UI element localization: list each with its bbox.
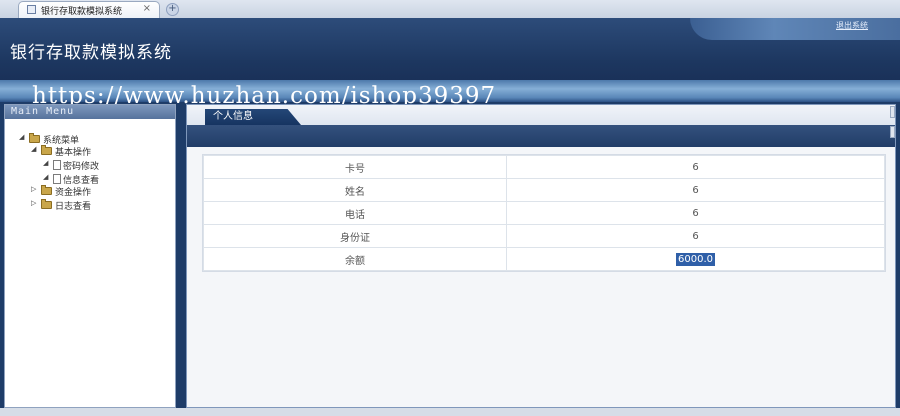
field-label: 卡号 xyxy=(203,155,507,179)
tab-personal-info[interactable]: 个人信息 xyxy=(205,109,301,125)
field-label: 身份证 xyxy=(203,224,507,248)
status-bar xyxy=(0,408,900,416)
expanded-arrow-icon[interactable]: ◢ xyxy=(19,133,27,141)
folder-icon xyxy=(41,145,52,155)
file-icon xyxy=(53,160,61,170)
page-icon xyxy=(27,5,36,14)
field-value: 6 xyxy=(506,201,885,225)
scroll-up-button[interactable] xyxy=(890,106,895,118)
sidebar-title: Main Menu xyxy=(5,105,175,119)
folder-icon xyxy=(29,133,40,143)
folder-icon xyxy=(41,199,52,209)
tree-node-label: 日志查看 xyxy=(55,202,92,212)
field-label: 电话 xyxy=(203,201,507,225)
header-decoration xyxy=(690,18,900,40)
leaf-arrow-icon: ◢ xyxy=(43,173,49,181)
new-tab-icon[interactable]: + xyxy=(166,3,179,16)
content-tab-strip: 个人信息 xyxy=(187,105,895,125)
logout-link[interactable]: 退出系统 xyxy=(836,20,868,31)
close-icon[interactable]: × xyxy=(143,3,151,14)
table-row: 电话 6 xyxy=(203,201,885,225)
browser-tab-strip: 银行存取款模拟系统 × + xyxy=(0,0,900,19)
personal-info-table: 卡号 6 姓名 6 电话 6 身份证 6 余额 6000.0 xyxy=(203,155,885,271)
app-header: 银行存取款模拟系统 退出系统 xyxy=(0,18,900,80)
field-label: 余额 xyxy=(203,247,507,271)
tree-node-label: 密码修改 xyxy=(63,162,100,172)
balance-value[interactable]: 6000.0 xyxy=(676,252,715,266)
sidebar-menu: Main Menu ◢ 系统菜单 ◢ 基本操作 ◢ 密码修改 ◢ 信息查看 ▷ … xyxy=(4,104,176,408)
folder-icon xyxy=(41,185,52,195)
field-value: 6 xyxy=(506,155,885,179)
tree-node-label: 资金操作 xyxy=(55,188,92,198)
browser-tab-title: 银行存取款模拟系统 xyxy=(41,7,123,17)
field-value-cell: 6000.0 xyxy=(506,247,885,271)
table-row: 身份证 6 xyxy=(203,224,885,248)
tree-node-label: 基本操作 xyxy=(55,148,92,158)
collapsed-arrow-icon[interactable]: ▷ xyxy=(31,185,39,193)
file-icon xyxy=(53,174,61,184)
content-toolbar xyxy=(187,125,895,147)
content-panel: 个人信息 卡号 6 姓名 6 电话 6 身份证 6 余额 6000.0 xyxy=(186,104,896,408)
field-label: 姓名 xyxy=(203,178,507,202)
app-title: 银行存取款模拟系统 xyxy=(10,43,172,63)
scroll-down-button[interactable] xyxy=(890,126,895,138)
table-row: 余额 6000.0 xyxy=(203,247,885,271)
table-row: 卡号 6 xyxy=(203,155,885,179)
field-value: 6 xyxy=(506,178,885,202)
expanded-arrow-icon[interactable]: ◢ xyxy=(31,145,39,153)
field-value: 6 xyxy=(506,224,885,248)
collapsed-arrow-icon[interactable]: ▷ xyxy=(31,199,39,207)
browser-tab[interactable]: 银行存取款模拟系统 × xyxy=(18,1,160,18)
table-row: 姓名 6 xyxy=(203,178,885,202)
leaf-arrow-icon: ◢ xyxy=(43,159,49,167)
